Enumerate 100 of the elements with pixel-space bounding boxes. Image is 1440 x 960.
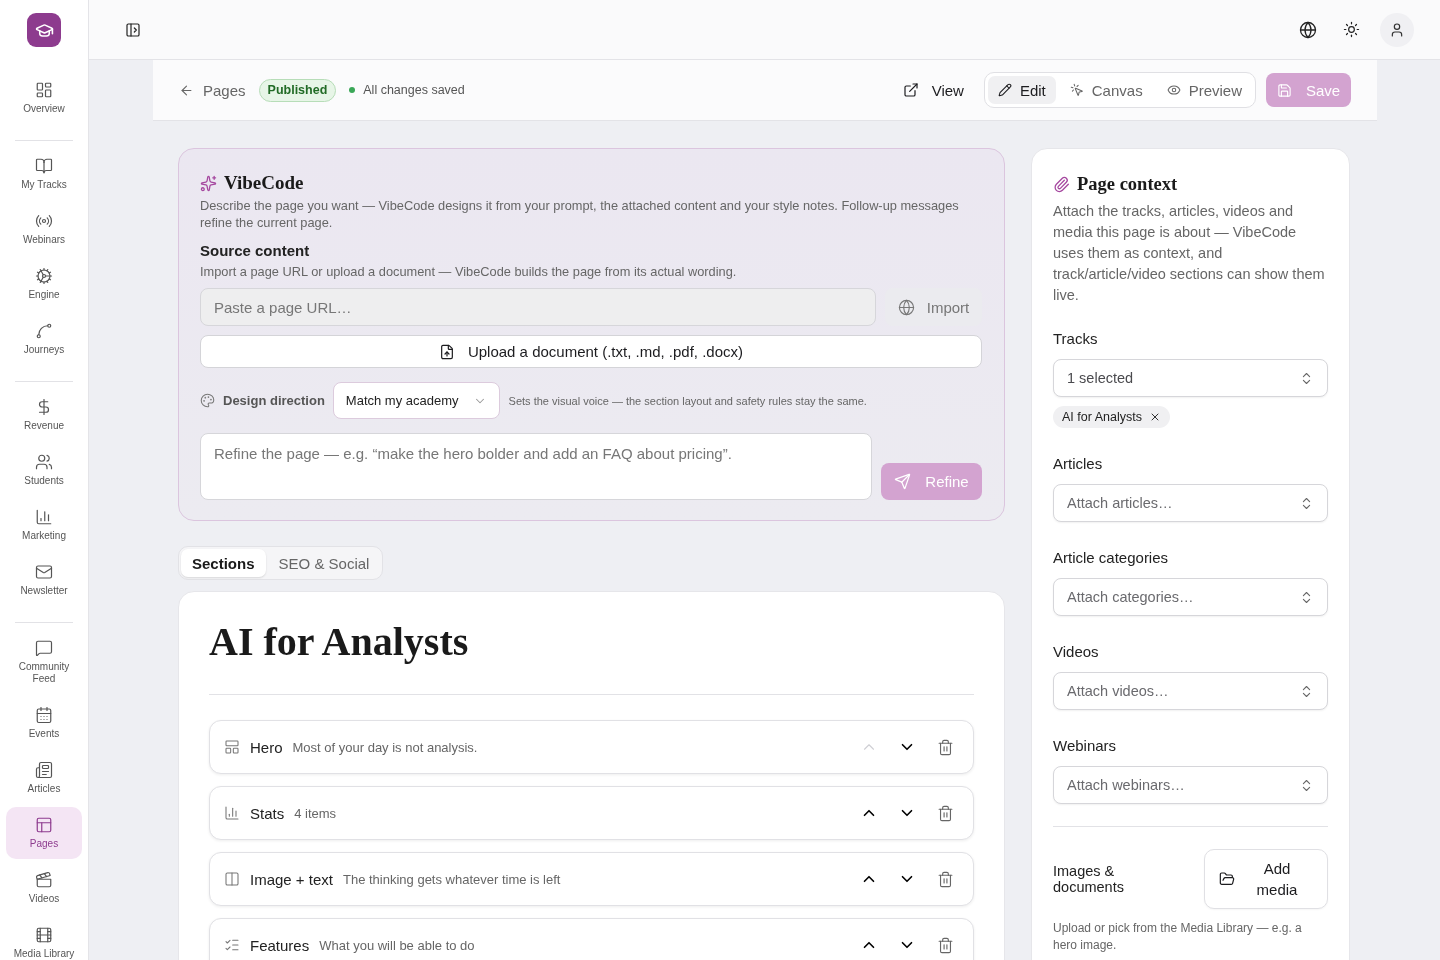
upload-button[interactable]: Upload a document (.txt, .md, .pdf, .docx) xyxy=(200,335,982,368)
users-icon xyxy=(35,453,53,471)
add-media-button[interactable]: Add media xyxy=(1204,849,1328,909)
section-row[interactable]: Hero Most of your day is not analysis. xyxy=(209,720,974,774)
nav-item[interactable]: Overview xyxy=(6,72,82,124)
select-field[interactable]: Attach webinars… xyxy=(1053,766,1328,804)
media-label: Images & documents xyxy=(1053,863,1125,895)
mode-tab[interactable]: Preview xyxy=(1156,76,1252,104)
bar-chart-icon xyxy=(224,805,240,821)
field-label: Article categories xyxy=(1053,549,1170,567)
select-field[interactable]: Attach articles… xyxy=(1053,484,1328,522)
folder-icon xyxy=(1219,871,1235,887)
section-name: Features xyxy=(250,936,310,954)
nav-item[interactable]: Journeys xyxy=(6,313,82,365)
tab[interactable]: Sections xyxy=(181,549,266,577)
section-name: Hero xyxy=(250,738,283,756)
dashboard-icon xyxy=(35,81,53,99)
section-name: Stats xyxy=(250,804,285,822)
broadcast-icon xyxy=(35,212,53,230)
nav-item[interactable]: My Tracks xyxy=(6,148,82,200)
layout-icon xyxy=(35,816,53,834)
design-direction-label: Design direction xyxy=(223,393,325,408)
media-note: Upload or pick from the Media Library — e.g. a hero image. xyxy=(1053,920,1303,954)
calendar-icon xyxy=(35,706,53,724)
pointer-click-icon xyxy=(1069,83,1084,97)
nav-item[interactable]: Videos xyxy=(6,862,82,914)
section-summary: The thinking gets whatever time is left xyxy=(342,871,562,887)
layout-icon xyxy=(224,739,240,755)
sun-icon xyxy=(1342,21,1360,38)
nav-item[interactable]: Events xyxy=(6,697,82,749)
nav-item[interactable]: Marketing xyxy=(6,499,82,551)
prompt-field[interactable]: Refine the page — e.g. “make the hero bolder and add an FAQ about pricing”. xyxy=(200,433,872,500)
globe-icon xyxy=(897,298,915,316)
mail-icon xyxy=(35,563,53,581)
section-summary: What you will be able to do xyxy=(319,937,476,953)
globe-icon xyxy=(1299,20,1317,39)
section-summary: Most of your day is not analysis. xyxy=(292,739,479,755)
design-select[interactable]: Match my academy xyxy=(332,382,500,419)
chip-label: AI for Analysts xyxy=(1062,410,1142,424)
sparkles-icon xyxy=(200,174,217,192)
mode-tab[interactable]: Canvas xyxy=(1059,76,1153,104)
nav-item[interactable]: Community Feed xyxy=(6,630,82,694)
status-badge: Published xyxy=(258,78,337,102)
section-row[interactable]: Stats 4 items xyxy=(209,786,974,840)
url-input[interactable]: Paste a page URL… xyxy=(200,288,876,326)
mode-tab[interactable]: Edit xyxy=(987,76,1056,104)
external-link-icon xyxy=(902,82,919,98)
nav-item[interactable]: Pages xyxy=(6,807,82,859)
path-icon xyxy=(35,322,53,340)
nav-item[interactable]: Students xyxy=(6,444,82,496)
select-field[interactable]: Attach categories… xyxy=(1053,578,1328,616)
panel-title: VibeCode xyxy=(224,172,304,194)
paperclip-icon xyxy=(1053,175,1070,193)
nav-item[interactable]: Revenue xyxy=(6,389,82,441)
section-summary: 4 items xyxy=(294,805,338,821)
panel-toggle-icon xyxy=(125,21,141,38)
pencil-icon xyxy=(997,83,1012,97)
trash-icon xyxy=(936,804,954,822)
section-row[interactable]: Features What you will be able to do xyxy=(209,918,974,960)
section-heading: Source content xyxy=(200,241,311,261)
select-field[interactable]: Attach videos… xyxy=(1053,672,1328,710)
tab[interactable]: SEO & Social xyxy=(267,549,381,577)
gear-icon xyxy=(35,267,53,285)
file-upload-icon xyxy=(438,343,455,360)
chat-bubble-icon xyxy=(35,639,53,657)
section-name: Image + text xyxy=(250,870,333,888)
design-hint: Sets the visual voice — the section layout and safety rules stay the same. xyxy=(508,394,867,407)
view-button[interactable]: View xyxy=(896,73,970,107)
columns-icon xyxy=(224,871,240,887)
clapperboard-icon xyxy=(35,871,53,889)
page-title: AI for Analysts xyxy=(209,618,470,666)
graduation-cap-icon[interactable] xyxy=(27,13,61,47)
field-label: Articles xyxy=(1053,455,1104,473)
nav-item[interactable]: Newsletter xyxy=(6,554,82,606)
film-icon xyxy=(35,926,53,944)
user-menu-button[interactable] xyxy=(1380,12,1414,47)
save-icon xyxy=(1276,82,1292,98)
nav-item[interactable]: Engine xyxy=(6,258,82,310)
panel-description: Describe the page you want — VibeCode designs it from your prompt, the attached content and your style notes. Follow-up messages refine the current page. xyxy=(200,197,960,231)
select-field[interactable]: 1 selected xyxy=(1053,359,1328,397)
eye-icon xyxy=(1166,83,1181,97)
checklist-icon xyxy=(224,937,240,953)
nav-item[interactable]: Media Library xyxy=(6,917,82,960)
user-icon xyxy=(1389,21,1405,38)
panel-description: Attach the tracks, articles, videos and media this page is about — VibeCode uses them as context, and track/article/video sections can show them live. xyxy=(1053,202,1326,305)
newspaper-icon xyxy=(35,761,53,779)
section-description: Import a page URL or upload a document — VibeCode builds the page from its actual wording. xyxy=(200,263,738,280)
send-icon xyxy=(894,473,912,490)
trash-icon xyxy=(936,870,954,888)
nav-item[interactable]: Articles xyxy=(6,752,82,804)
back-link[interactable]: Pages xyxy=(179,81,246,99)
field-label: Videos xyxy=(1053,643,1100,661)
section-row[interactable]: Image + text The thinking gets whatever time is left xyxy=(209,852,974,906)
nav-item[interactable]: Webinars xyxy=(6,203,82,255)
status-dot-icon xyxy=(349,87,356,93)
field-label: Tracks xyxy=(1053,330,1099,348)
save-status-text: All changes saved xyxy=(363,83,465,97)
field-label: Webinars xyxy=(1053,737,1118,755)
trash-icon xyxy=(936,936,954,954)
bar-chart-icon xyxy=(35,508,53,526)
